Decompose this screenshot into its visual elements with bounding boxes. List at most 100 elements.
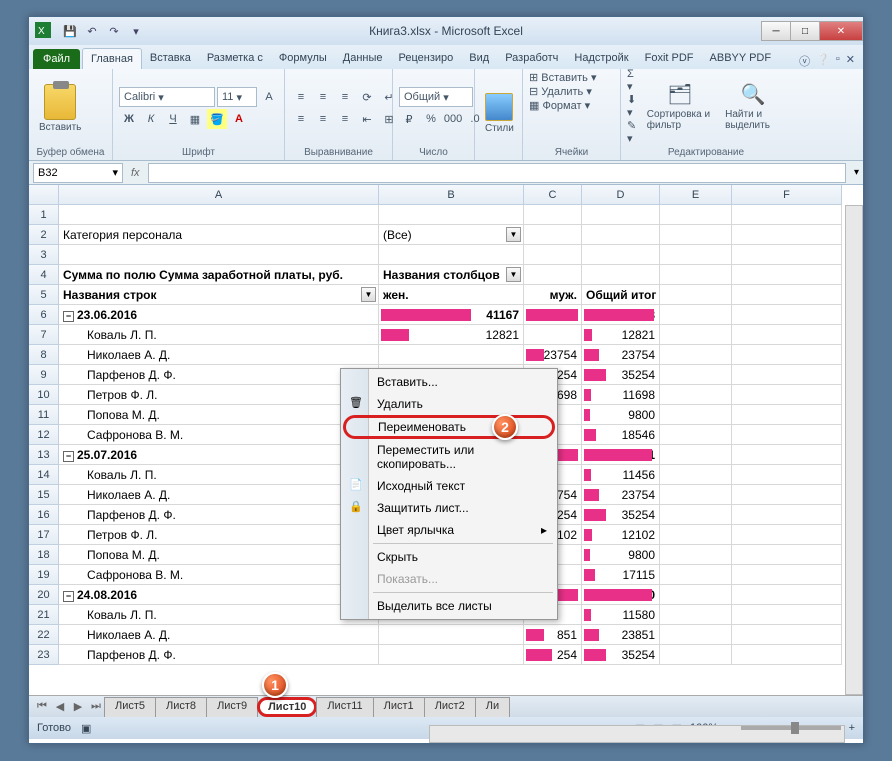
close-button[interactable]: ✕ bbox=[819, 21, 863, 41]
minimize-button[interactable]: ─ bbox=[761, 21, 791, 41]
ribbon-tab-0[interactable]: Главная bbox=[82, 48, 142, 69]
cell[interactable] bbox=[660, 405, 732, 425]
cells-insert-button[interactable]: ⊞ Вставить ▾ bbox=[529, 71, 597, 84]
cell[interactable] bbox=[660, 465, 732, 485]
doc-close-icon[interactable]: ✕ bbox=[846, 53, 855, 69]
row-header[interactable]: 3 bbox=[29, 245, 59, 265]
undo-icon[interactable]: ↶ bbox=[83, 22, 101, 40]
cell[interactable] bbox=[660, 265, 732, 285]
indent-dec-icon[interactable]: ⇤ bbox=[357, 109, 377, 129]
cell[interactable] bbox=[660, 365, 732, 385]
cell[interactable] bbox=[732, 545, 842, 565]
align-left-icon[interactable]: ≡ bbox=[291, 109, 311, 129]
col-header-D[interactable]: D bbox=[582, 185, 660, 205]
context-menu-item[interactable]: Переместить или скопировать... bbox=[343, 439, 555, 475]
cell[interactable] bbox=[660, 485, 732, 505]
cell-b[interactable] bbox=[379, 645, 524, 665]
cell-b[interactable] bbox=[379, 625, 524, 645]
context-menu-item[interactable]: Выделить все листы bbox=[343, 595, 555, 617]
row-header[interactable]: 22 bbox=[29, 625, 59, 645]
cell[interactable] bbox=[732, 325, 842, 345]
cell[interactable] bbox=[660, 585, 732, 605]
ribbon-tab-10[interactable]: ABBYY PDF bbox=[702, 48, 780, 69]
row-header[interactable]: 6 bbox=[29, 305, 59, 325]
context-menu-item[interactable]: 🗑Удалить bbox=[343, 393, 555, 415]
ribbon-tab-5[interactable]: Рецензиро bbox=[391, 48, 462, 69]
row-label[interactable]: Сафронова В. М. bbox=[59, 425, 379, 445]
cell[interactable] bbox=[732, 425, 842, 445]
cell[interactable] bbox=[59, 245, 379, 265]
cell-d[interactable]: 11698 bbox=[582, 385, 660, 405]
pivot-col-label[interactable]: Названия столбцов▼ bbox=[379, 265, 524, 285]
row-label[interactable]: Петров Ф. Л. bbox=[59, 525, 379, 545]
cell[interactable] bbox=[732, 305, 842, 325]
align-top-icon[interactable]: ≡ bbox=[291, 87, 311, 107]
sheet-tab-Лист8[interactable]: Лист8 bbox=[155, 697, 207, 717]
cell[interactable] bbox=[660, 605, 732, 625]
cell-c[interactable]: 23754 bbox=[524, 345, 582, 365]
ribbon-tab-4[interactable]: Данные bbox=[335, 48, 391, 69]
cell[interactable] bbox=[660, 205, 732, 225]
select-all-cell[interactable] bbox=[29, 185, 59, 205]
currency-icon[interactable]: ₽ bbox=[399, 109, 419, 129]
col-header-C[interactable]: C bbox=[524, 185, 582, 205]
row-label[interactable]: Николаев А. Д. bbox=[59, 625, 379, 645]
cell[interactable] bbox=[524, 225, 582, 245]
cell-d[interactable]: 18546 bbox=[582, 425, 660, 445]
cell-b[interactable] bbox=[379, 345, 524, 365]
col-header-муж[interactable]: муж. bbox=[524, 285, 582, 305]
cell[interactable] bbox=[732, 525, 842, 545]
sheet-tab-Лист9[interactable]: Лист9 bbox=[206, 697, 258, 717]
cells-delete-button[interactable]: ⊟ Удалить ▾ bbox=[529, 85, 592, 98]
row-header[interactable]: 1 bbox=[29, 205, 59, 225]
cell-d[interactable]: 17115 bbox=[582, 565, 660, 585]
cell[interactable] bbox=[732, 625, 842, 645]
grow-font-icon[interactable]: A bbox=[259, 87, 279, 107]
cell[interactable] bbox=[660, 325, 732, 345]
row-header[interactable]: 4 bbox=[29, 265, 59, 285]
cell[interactable] bbox=[660, 385, 732, 405]
cell[interactable] bbox=[660, 305, 732, 325]
row-label[interactable]: Попова М. Д. bbox=[59, 405, 379, 425]
collapse-icon[interactable]: − bbox=[63, 311, 74, 322]
context-menu-item[interactable]: 🔒Защитить лист... bbox=[343, 497, 555, 519]
sheet-tab-Ли[interactable]: Ли bbox=[475, 697, 510, 717]
cell[interactable] bbox=[732, 365, 842, 385]
vertical-scrollbar[interactable] bbox=[845, 205, 863, 695]
orientation-icon[interactable]: ⟳ bbox=[357, 87, 377, 107]
qat-more-icon[interactable]: ▾ bbox=[127, 22, 145, 40]
cell-c[interactable]: 254 bbox=[524, 645, 582, 665]
cell[interactable] bbox=[732, 585, 842, 605]
autosum-area[interactable]: Σ ▾⬇ ▾✎ ▾ bbox=[627, 68, 639, 145]
cell[interactable] bbox=[732, 645, 842, 665]
col-dropdown-icon[interactable]: ▼ bbox=[506, 267, 521, 282]
last-sheet-icon[interactable]: ⏭ bbox=[87, 698, 105, 716]
font-color-button[interactable]: A bbox=[229, 109, 249, 129]
row-label[interactable]: −24.08.2016 bbox=[59, 585, 379, 605]
row-header[interactable]: 2 bbox=[29, 225, 59, 245]
collapse-icon[interactable]: − bbox=[63, 591, 74, 602]
comma-icon[interactable]: 000 bbox=[443, 109, 463, 129]
cell[interactable] bbox=[660, 625, 732, 645]
row-header[interactable]: 7 bbox=[29, 325, 59, 345]
cell[interactable] bbox=[732, 385, 842, 405]
row-label[interactable]: Коваль Л. П. bbox=[59, 605, 379, 625]
pivot-filter-value[interactable]: (Все)▼ bbox=[379, 225, 524, 245]
row-header[interactable]: 17 bbox=[29, 525, 59, 545]
underline-button[interactable]: Ч bbox=[163, 109, 183, 129]
col-header-F[interactable]: F bbox=[732, 185, 842, 205]
cell[interactable] bbox=[732, 225, 842, 245]
cell[interactable] bbox=[379, 205, 524, 225]
cell-d[interactable]: 35254 bbox=[582, 505, 660, 525]
row-label[interactable]: Коваль Л. П. bbox=[59, 325, 379, 345]
cell-d[interactable]: 12102 bbox=[582, 525, 660, 545]
cell[interactable] bbox=[524, 265, 582, 285]
cell-d[interactable]: 111873 bbox=[582, 305, 660, 325]
cell[interactable] bbox=[660, 225, 732, 245]
row-header[interactable]: 13 bbox=[29, 445, 59, 465]
cell-c[interactable]: 70706 bbox=[524, 305, 582, 325]
cell[interactable] bbox=[582, 225, 660, 245]
ribbon-tab-1[interactable]: Вставка bbox=[142, 48, 199, 69]
file-tab[interactable]: Файл bbox=[33, 49, 80, 69]
italic-button[interactable]: К bbox=[141, 109, 161, 129]
